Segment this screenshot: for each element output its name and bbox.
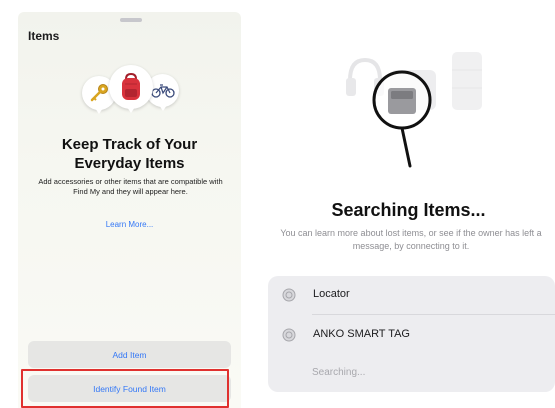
items-sheet: Items Keep Track of Your Everyday Items … <box>18 12 241 408</box>
searching-subtitle: You can learn more about lost items, or … <box>280 228 542 251</box>
learn-more-link[interactable]: Learn More... <box>28 220 231 229</box>
magnifier-icon <box>372 70 432 168</box>
searching-status-row: Searching... <box>268 354 555 392</box>
list-item[interactable]: ANKO SMART TAG <box>268 316 555 354</box>
headline: Keep Track of Your Everyday Items <box>61 136 198 172</box>
highlight-box <box>21 369 229 408</box>
found-items-list: Locator ANKO SMART TAG Searching... <box>268 276 555 392</box>
list-item-label: ANKO SMART TAG <box>313 328 410 340</box>
searching-status: Searching... <box>312 367 366 378</box>
description-text: Add accessories or other items that are … <box>38 177 223 196</box>
searching-title: Searching Items... <box>331 200 486 220</box>
backpack-icon <box>109 65 153 113</box>
list-item[interactable]: Locator <box>268 276 555 315</box>
tracker-icon <box>282 288 296 302</box>
row-divider <box>312 314 555 315</box>
hero-illustration <box>80 62 180 122</box>
sheet-grabber[interactable] <box>120 18 142 22</box>
list-item-label: Locator <box>313 288 350 300</box>
tracker-icon <box>282 328 296 342</box>
searching-panel: Searching Items... You can learn more ab… <box>262 0 555 408</box>
add-item-button[interactable]: Add Item <box>28 341 231 368</box>
section-title: Items <box>28 29 60 43</box>
